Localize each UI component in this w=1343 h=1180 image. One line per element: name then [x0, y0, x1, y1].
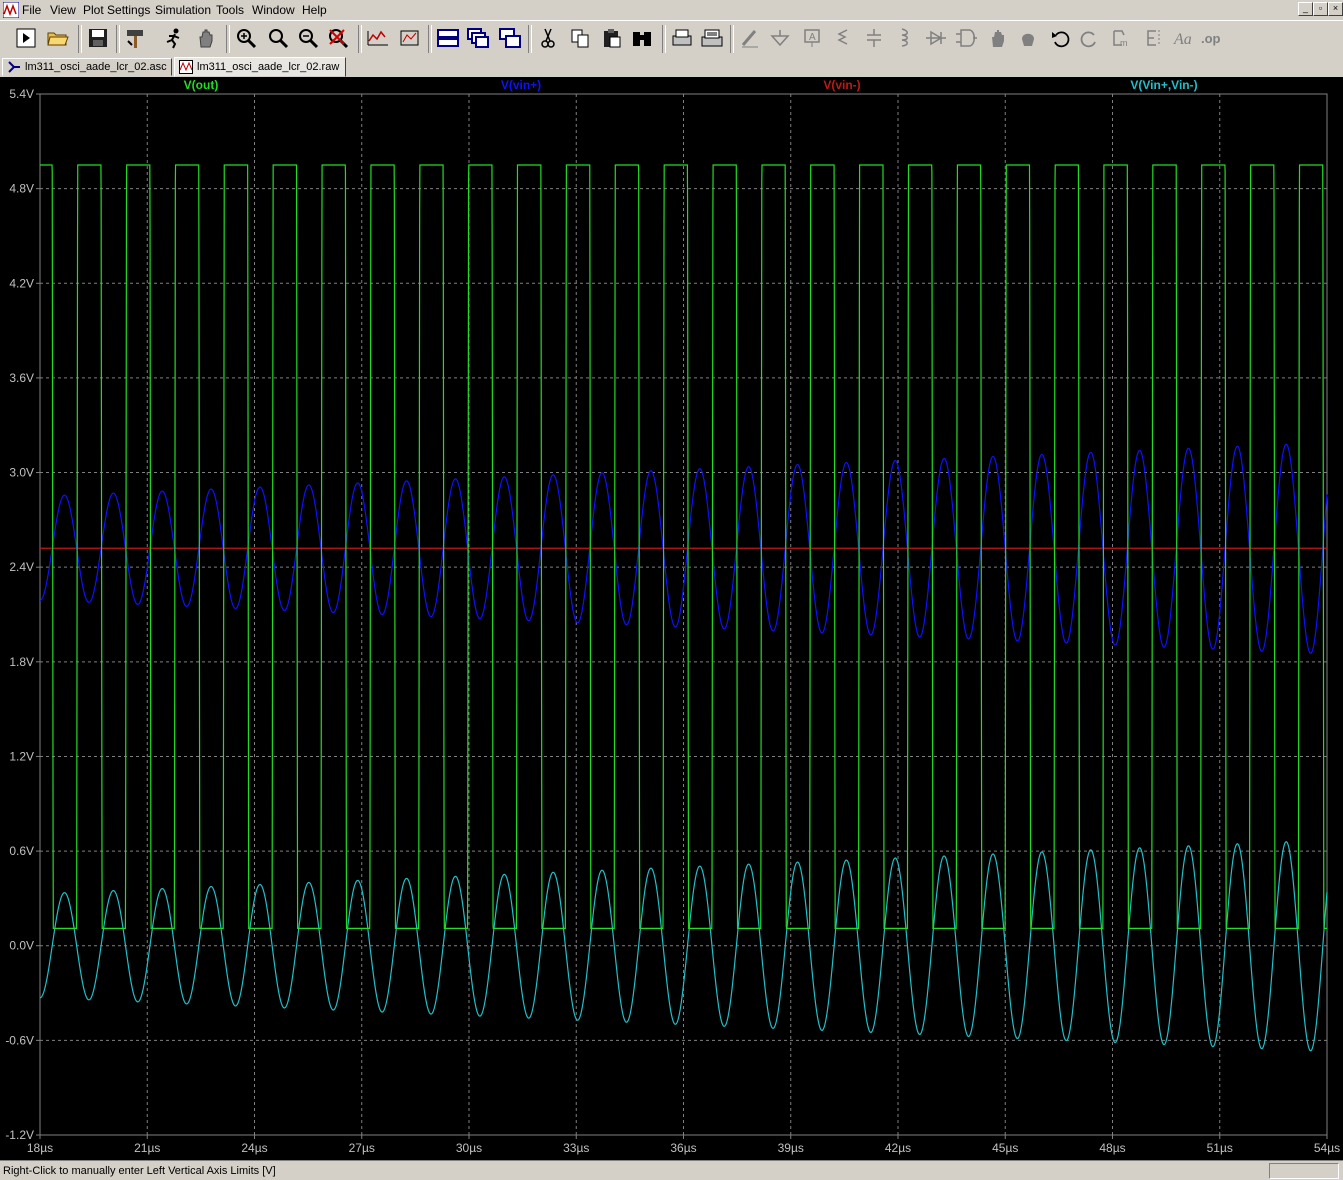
toolbar: A m Aa .op	[0, 20, 1343, 58]
menu-window[interactable]: Window	[252, 3, 295, 17]
y-tick-label: 1.8V	[9, 655, 34, 669]
menu-plot-settings[interactable]: Plot Settings	[83, 3, 150, 17]
tile-horizontal-icon[interactable]	[496, 24, 524, 52]
y-tick-label: 0.6V	[9, 844, 34, 858]
rotate-icon[interactable]: m	[1108, 24, 1136, 52]
control-panel-hammer-icon[interactable]	[122, 24, 150, 52]
zoom-area-icon[interactable]	[264, 24, 292, 52]
capacitor-icon[interactable]	[860, 24, 888, 52]
close-button[interactable]: ×	[1328, 2, 1343, 16]
minimize-button[interactable]: _	[1298, 2, 1313, 16]
status-bar: Right-Click to manually enter Left Verti…	[0, 1160, 1343, 1180]
undo-icon[interactable]	[1046, 24, 1074, 52]
waveform-chart[interactable]: 18µs 21µs 24µs 27µs 30µs 33µs 36µs 39µs 42µs 45µs…	[0, 77, 1343, 1160]
move-icon[interactable]	[984, 24, 1012, 52]
y-tick-label: 2.4V	[9, 560, 34, 574]
tab-schematic[interactable]: lm311_osci_aade_lcr_02.asc	[2, 58, 172, 76]
mirror-icon[interactable]	[1138, 24, 1166, 52]
tab-waveform[interactable]: lm311_osci_aade_lcr_02.raw	[174, 57, 346, 77]
y-tick-label: 4.8V	[9, 182, 34, 196]
svg-text:m: m	[1120, 38, 1128, 48]
cascade-icon[interactable]	[464, 24, 492, 52]
restore-button[interactable]: ▫	[1313, 2, 1328, 16]
halt-runner-icon[interactable]	[160, 24, 188, 52]
x-tick-label: 27µs	[349, 1141, 375, 1155]
x-tick-label: 45µs	[992, 1141, 1018, 1155]
ground-icon[interactable]	[766, 24, 794, 52]
zoom-out-icon[interactable]	[294, 24, 322, 52]
x-tick-label: 33µs	[563, 1141, 589, 1155]
schematic-icon	[8, 61, 20, 73]
svg-text:A: A	[809, 32, 816, 43]
tab-schematic-label: lm311_osci_aade_lcr_02.asc	[25, 61, 167, 73]
spice-directive-icon[interactable]: .op	[1200, 24, 1228, 52]
document-tabs: lm311_osci_aade_lcr_02.asc lm311_osci_aa…	[0, 57, 1343, 77]
status-message: Right-Click to manually enter Left Verti…	[3, 1165, 276, 1177]
waveform-icon	[179, 60, 193, 74]
menu-view[interactable]: View	[50, 3, 76, 17]
svg-text:.op: .op	[1201, 31, 1221, 46]
text-icon[interactable]: Aa	[1170, 24, 1198, 52]
zoom-fit-icon[interactable]	[324, 24, 352, 52]
tile-vertical-icon[interactable]	[434, 24, 462, 52]
label-net-icon[interactable]: A	[798, 24, 826, 52]
x-tick-label: 51µs	[1207, 1141, 1233, 1155]
x-tick-label: 39µs	[778, 1141, 804, 1155]
resistor-icon[interactable]	[828, 24, 856, 52]
menu-bar: File View Plot Settings Simulation Tools…	[0, 0, 1343, 20]
tab-waveform-label: lm311_osci_aade_lcr_02.raw	[197, 61, 340, 73]
x-tick-label: 21µs	[134, 1141, 160, 1155]
draw-wire-icon[interactable]	[736, 24, 764, 52]
y-tick-label: 3.6V	[9, 371, 34, 385]
x-tick-label: 48µs	[1099, 1141, 1125, 1155]
y-tick-label: 5.4V	[9, 87, 34, 101]
diode-icon[interactable]	[922, 24, 950, 52]
legend-label-1: V(vin+)	[501, 78, 541, 92]
open-folder-icon[interactable]	[44, 24, 72, 52]
component-icon[interactable]	[952, 24, 980, 52]
print-preview-icon[interactable]	[668, 24, 696, 52]
y-tick-label: 3.0V	[9, 466, 34, 480]
x-tick-label: 42µs	[885, 1141, 911, 1155]
save-icon[interactable]	[84, 24, 112, 52]
run-icon[interactable]	[12, 24, 40, 52]
x-tick-label: 24µs	[241, 1141, 267, 1155]
cut-icon[interactable]	[534, 24, 562, 52]
menu-tools[interactable]: Tools	[216, 3, 244, 17]
copy-icon[interactable]	[566, 24, 594, 52]
y-tick-label: 1.2V	[9, 749, 34, 763]
y-tick-label: -1.2V	[5, 1128, 34, 1142]
drag-icon[interactable]	[1014, 24, 1042, 52]
inductor-icon[interactable]	[890, 24, 918, 52]
x-tick-label: 54µs	[1314, 1141, 1340, 1155]
menu-simulation[interactable]: Simulation	[155, 3, 211, 17]
y-tick-label: -0.6V	[5, 1033, 34, 1047]
menu-help[interactable]: Help	[302, 3, 327, 17]
find-binoculars-icon[interactable]	[628, 24, 656, 52]
y-tick-label: 4.2V	[9, 276, 34, 290]
menu-file[interactable]: File	[22, 3, 41, 17]
y-tick-label: 0.0V	[9, 939, 34, 953]
pan-hand-icon[interactable]	[192, 24, 220, 52]
status-panel	[1269, 1163, 1339, 1179]
ltspice-app-icon[interactable]	[3, 2, 19, 18]
zoom-in-icon[interactable]	[232, 24, 260, 52]
print-icon[interactable]	[698, 24, 726, 52]
legend-label-2: V(vin-)	[823, 78, 860, 92]
x-tick-label: 30µs	[456, 1141, 482, 1155]
svg-text:Aa: Aa	[1173, 31, 1192, 48]
legend-label-0: V(out)	[184, 78, 219, 92]
mark-data-points-icon[interactable]	[396, 24, 424, 52]
autorange-icon[interactable]	[364, 24, 392, 52]
redo-icon[interactable]	[1076, 24, 1104, 52]
legend-label-3: V(Vin+,Vin-)	[1130, 78, 1197, 92]
waveform-plot-pane[interactable]: 18µs 21µs 24µs 27µs 30µs 33µs 36µs 39µs 42µs 45µs…	[0, 77, 1343, 1160]
x-tick-label: 18µs	[27, 1141, 53, 1155]
paste-icon[interactable]	[598, 24, 626, 52]
x-tick-label: 36µs	[670, 1141, 696, 1155]
